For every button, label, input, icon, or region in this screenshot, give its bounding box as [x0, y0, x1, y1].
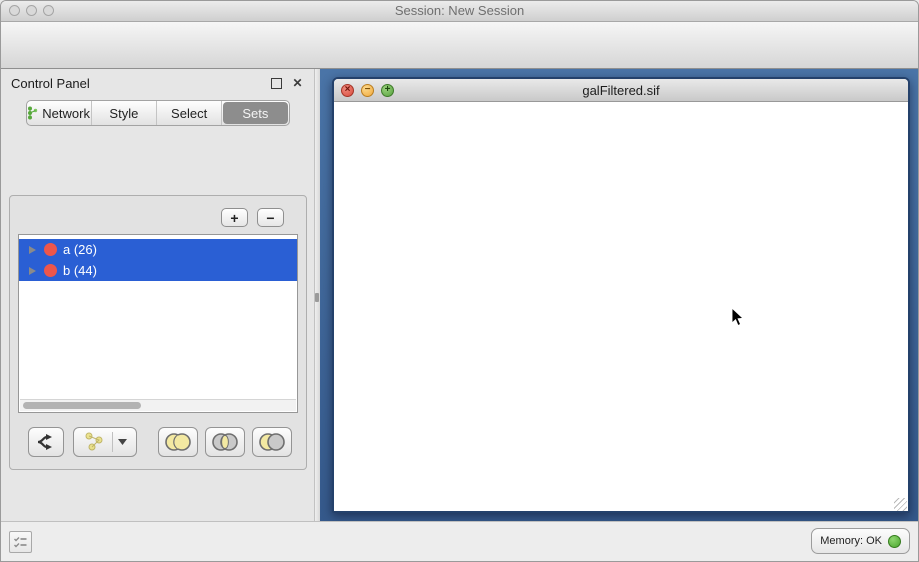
- difference-sets-button[interactable]: [252, 427, 292, 457]
- task-history-button[interactable]: [9, 531, 32, 553]
- window-title: Session: New Session: [1, 3, 918, 18]
- macos-titlebar: Session: New Session: [1, 1, 918, 22]
- status-bar: Memory: OK: [1, 521, 918, 561]
- intersect-sets-button[interactable]: [205, 427, 245, 457]
- tab-style[interactable]: Style: [92, 101, 157, 125]
- dropdown-arrow-icon: [118, 439, 127, 445]
- add-set-button[interactable]: +: [221, 208, 248, 227]
- network-view-title: galFiltered.sif: [334, 83, 908, 98]
- set-color-dot-icon: [44, 264, 57, 277]
- network-tree-icon: [27, 106, 38, 120]
- network-window-titlebar[interactable]: × − + galFiltered.sif: [334, 79, 908, 102]
- tab-network[interactable]: Network: [27, 101, 92, 125]
- union-sets-button[interactable]: [158, 427, 198, 457]
- venn-intersection-icon: [211, 432, 239, 452]
- expand-arrow-icon[interactable]: [29, 267, 36, 275]
- split-arrow-icon: [36, 433, 56, 451]
- set-color-dot-icon: [44, 243, 57, 256]
- venn-union-icon: [164, 432, 192, 452]
- control-panel-tabbar: Network Style Select Sets: [26, 100, 290, 126]
- network-view-window[interactable]: × − + galFiltered.sif: [332, 77, 910, 513]
- memory-status-badge[interactable]: Memory: OK: [811, 528, 910, 554]
- network-canvas[interactable]: [334, 102, 908, 512]
- expand-arrow-icon[interactable]: [29, 246, 36, 254]
- app-window: Session: New Session Control Panel ✕ Net…: [0, 0, 919, 562]
- task-checklist-icon: [13, 535, 28, 549]
- control-panel-title: Control Panel: [11, 76, 262, 91]
- set-row-b[interactable]: b (44): [19, 260, 297, 281]
- set-row-a[interactable]: a (26): [19, 239, 297, 260]
- network-graph: [334, 102, 908, 512]
- create-set-from-network-button[interactable]: [73, 427, 137, 457]
- memory-ok-indicator-icon: [888, 535, 901, 548]
- sets-horizontal-scrollbar[interactable]: [20, 399, 296, 411]
- control-panel: Control Panel ✕ Network Style Select Set…: [1, 69, 314, 522]
- network-desktop: × − + galFiltered.sif: [320, 69, 918, 522]
- sets-groupbox: + − a (26) b (44): [9, 195, 307, 470]
- scrollbar-thumb[interactable]: [23, 402, 141, 409]
- remove-set-button[interactable]: −: [257, 208, 284, 227]
- sets-list[interactable]: a (26) b (44): [18, 234, 298, 413]
- split-set-button[interactable]: [28, 427, 64, 457]
- tab-select[interactable]: Select: [157, 101, 222, 125]
- control-panel-header: Control Panel ✕: [1, 69, 314, 97]
- close-panel-icon[interactable]: ✕: [291, 77, 304, 90]
- venn-difference-icon: [258, 432, 286, 452]
- window-resize-grip[interactable]: [894, 498, 907, 511]
- splitter-grip[interactable]: [315, 293, 319, 302]
- float-panel-icon[interactable]: [270, 77, 283, 90]
- yellow-network-icon: [83, 432, 107, 452]
- memory-status-label: Memory: OK: [820, 535, 882, 547]
- main-toolbar: [1, 22, 918, 69]
- tab-sets[interactable]: Sets: [223, 102, 287, 124]
